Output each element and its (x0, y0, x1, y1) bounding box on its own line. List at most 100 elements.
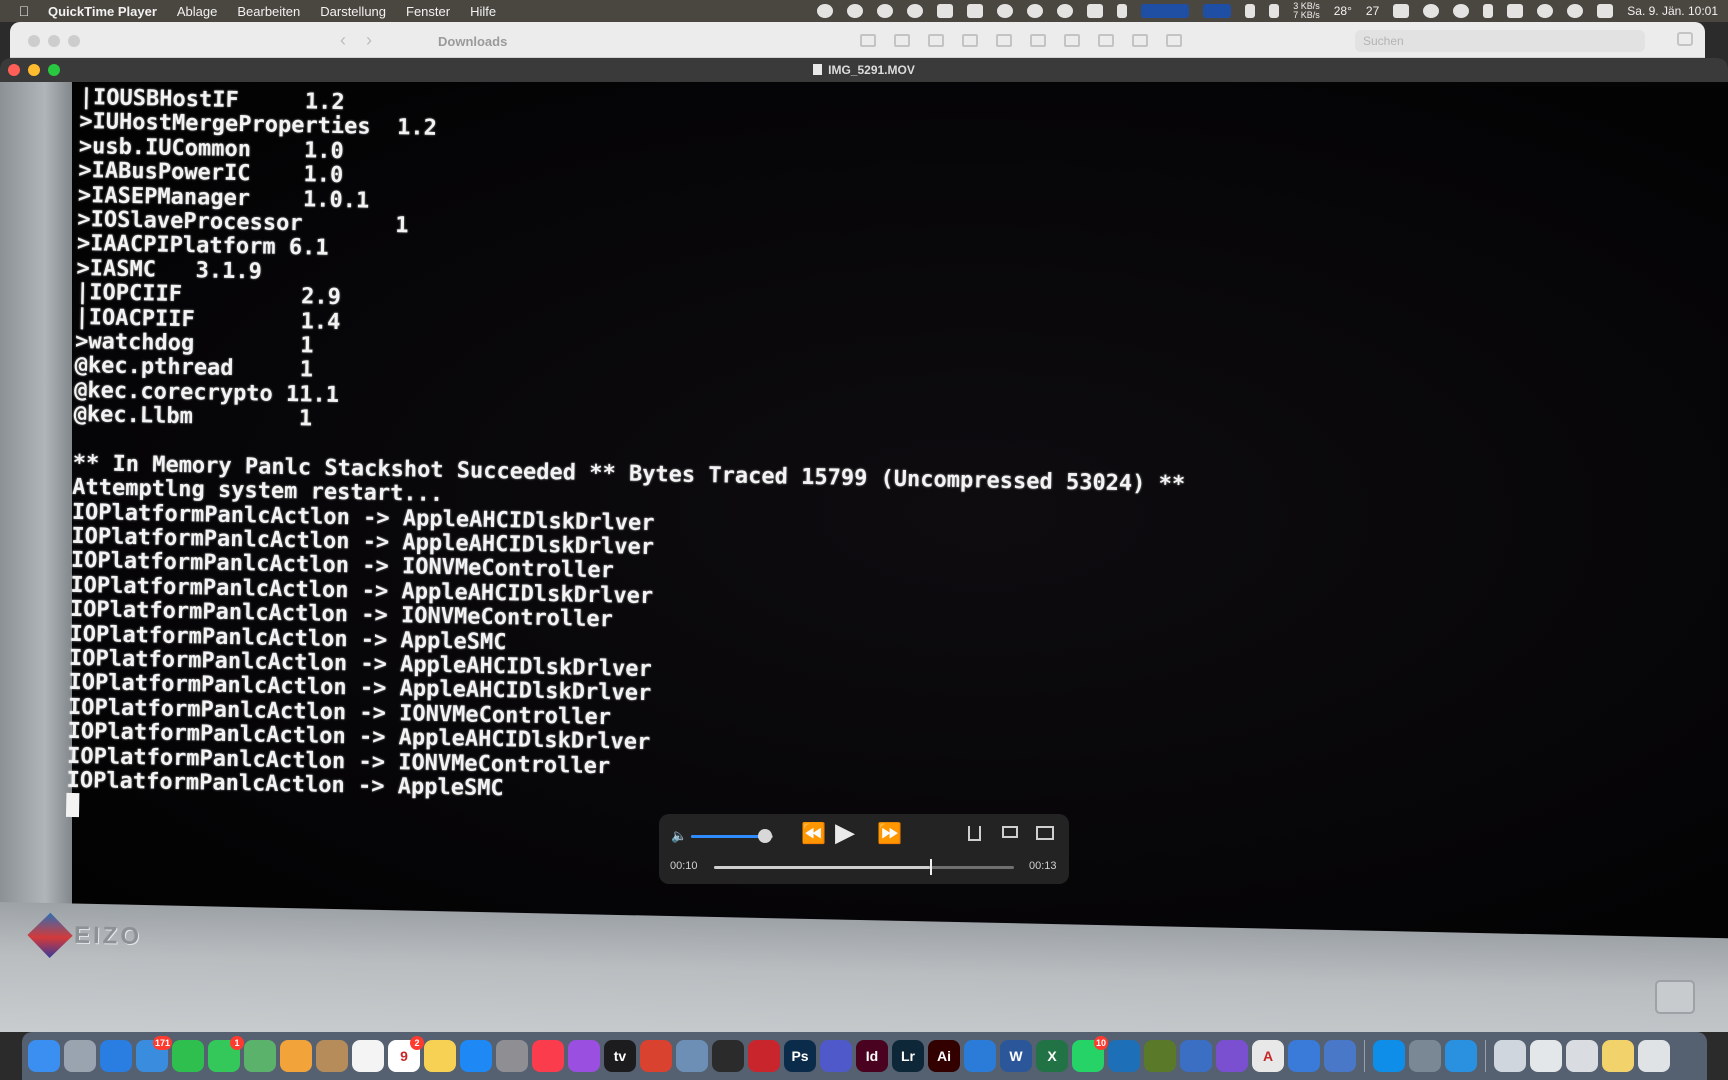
status-icon[interactable] (817, 4, 834, 18)
back-chevron-icon[interactable]: ‹ (340, 30, 346, 51)
control-center-icon[interactable] (1597, 4, 1614, 18)
teams-icon[interactable] (820, 1040, 852, 1072)
m-icon[interactable] (1027, 4, 1044, 18)
zoom-button[interactable] (48, 64, 60, 76)
sync-icon[interactable] (1423, 4, 1440, 18)
finder-close-button[interactable] (28, 35, 40, 47)
finder-icon[interactable] (28, 1040, 60, 1072)
vpn-icon[interactable] (964, 1040, 996, 1072)
grid-icon[interactable] (937, 4, 954, 18)
illustrator-icon[interactable]: Ai (928, 1040, 960, 1072)
menu-darstellung[interactable]: Darstellung (320, 4, 386, 19)
feedback-icon[interactable] (1216, 1040, 1248, 1072)
tag-icon[interactable] (1098, 34, 1114, 47)
teamviewer-menu-icon[interactable] (907, 4, 924, 18)
lightroom-icon[interactable]: Lr (892, 1040, 924, 1072)
share-icon[interactable] (968, 826, 981, 841)
picture-in-picture-icon[interactable] (1036, 826, 1054, 840)
menu-ablage[interactable]: Ablage (177, 4, 217, 19)
calendar-icon[interactable]: 92 (388, 1036, 424, 1072)
finder-zoom-button[interactable] (68, 35, 80, 47)
eye-icon[interactable] (877, 4, 894, 18)
printer-icon[interactable] (1393, 4, 1410, 18)
mail-icon[interactable]: 171 (136, 1036, 172, 1072)
clock[interactable]: Sa. 9. Jän. 10:01 (1627, 4, 1718, 18)
photos-icon[interactable] (280, 1040, 312, 1072)
reminders-icon[interactable] (352, 1040, 384, 1072)
moon-icon[interactable] (847, 4, 864, 18)
group-icon[interactable] (996, 34, 1012, 47)
gallery-view-icon[interactable] (962, 34, 978, 47)
finder-minimize-button[interactable] (48, 35, 60, 47)
font-app-icon[interactable]: A (1252, 1040, 1284, 1072)
scrubber-bar[interactable] (714, 866, 1014, 869)
xcode-tool-icon[interactable] (1108, 1040, 1140, 1072)
trash-icon[interactable] (1638, 1040, 1670, 1072)
column-view-icon[interactable] (928, 34, 944, 47)
teamviewer-icon[interactable] (1373, 1040, 1405, 1072)
pause-icon[interactable] (997, 4, 1014, 18)
apple-tv-icon[interactable]: tv (604, 1040, 636, 1072)
stack-4-icon[interactable] (1602, 1040, 1634, 1072)
updates-counter[interactable]: 27 (1366, 4, 1379, 18)
delete-icon[interactable] (1166, 34, 1182, 47)
bluetooth-icon[interactable] (1483, 4, 1494, 18)
finder-search-input[interactable]: Suchen (1355, 30, 1645, 52)
scanner-icon[interactable] (1180, 1040, 1212, 1072)
volume-knob[interactable] (757, 829, 772, 843)
rewind-button[interactable]: ⏪ (801, 821, 826, 846)
apple-menu-icon[interactable]:  (0, 3, 48, 19)
excel-icon[interactable]: X (1036, 1040, 1068, 1072)
remote-desktop-icon[interactable] (1288, 1040, 1320, 1072)
action-icon[interactable] (1030, 34, 1046, 47)
speaker-icon[interactable]: 🔈 (671, 828, 687, 844)
menu-bearbeiten[interactable]: Bearbeiten (237, 4, 300, 19)
new-tab-icon[interactable] (1677, 32, 1693, 46)
list-view-icon[interactable] (894, 34, 910, 47)
facetime-icon[interactable] (172, 1040, 204, 1072)
icon-view-icon[interactable] (860, 34, 876, 47)
minimize-button[interactable] (28, 64, 40, 76)
messages-icon[interactable]: 1 (208, 1036, 244, 1072)
notification-icon[interactable] (1087, 4, 1104, 18)
podcasts-icon[interactable] (568, 1040, 600, 1072)
airplay-icon[interactable] (1002, 826, 1018, 838)
contacts-add-icon[interactable] (1324, 1040, 1356, 1072)
globe-tool-icon[interactable] (1144, 1040, 1176, 1072)
word-icon[interactable]: W (1000, 1040, 1032, 1072)
spotlight-icon[interactable] (1567, 4, 1584, 18)
play-icon[interactable] (1453, 4, 1470, 18)
contacts-icon[interactable] (316, 1040, 348, 1072)
safari-icon[interactable] (100, 1040, 132, 1072)
menu-fenster[interactable]: Fenster (406, 4, 450, 19)
dropbox-icon[interactable] (967, 4, 984, 18)
user-icon[interactable] (1537, 4, 1554, 18)
preview-icon[interactable] (676, 1040, 708, 1072)
stack-1-icon[interactable] (1494, 1040, 1526, 1072)
notes-icon[interactable] (424, 1040, 456, 1072)
acrobat-icon[interactable] (748, 1040, 780, 1072)
utility-icon[interactable] (1409, 1040, 1441, 1072)
photoshop-icon[interactable]: Ps (784, 1040, 816, 1072)
video-frame[interactable]: |IOUSBHostIF 1.2 >IUHostMergeProperties 1… (0, 82, 1728, 1032)
close-button[interactable] (8, 64, 20, 76)
music-icon[interactable] (532, 1040, 564, 1072)
quicktime-icon[interactable] (1445, 1040, 1477, 1072)
indesign-icon[interactable]: Id (856, 1040, 888, 1072)
launchpad-icon[interactable] (64, 1040, 96, 1072)
wifi-icon[interactable] (1507, 4, 1524, 18)
app-menu[interactable]: QuickTime Player (48, 4, 157, 19)
app-store-icon[interactable] (460, 1040, 492, 1072)
whatsapp-icon[interactable]: 10 (1072, 1036, 1108, 1072)
info-icon[interactable] (1057, 4, 1074, 18)
fast-forward-button[interactable]: ⏩ (877, 821, 902, 846)
stack-3-icon[interactable] (1566, 1040, 1598, 1072)
forward-chevron-icon[interactable]: › (366, 30, 372, 51)
playhead[interactable] (930, 859, 932, 875)
phone-icon[interactable] (1117, 4, 1128, 18)
menu-hilfe[interactable]: Hilfe (470, 4, 496, 19)
system-preferences-icon[interactable] (496, 1040, 528, 1072)
play-button[interactable]: ▶ (835, 817, 855, 848)
final-cut-icon[interactable] (712, 1040, 744, 1072)
share-icon[interactable] (1064, 34, 1080, 47)
